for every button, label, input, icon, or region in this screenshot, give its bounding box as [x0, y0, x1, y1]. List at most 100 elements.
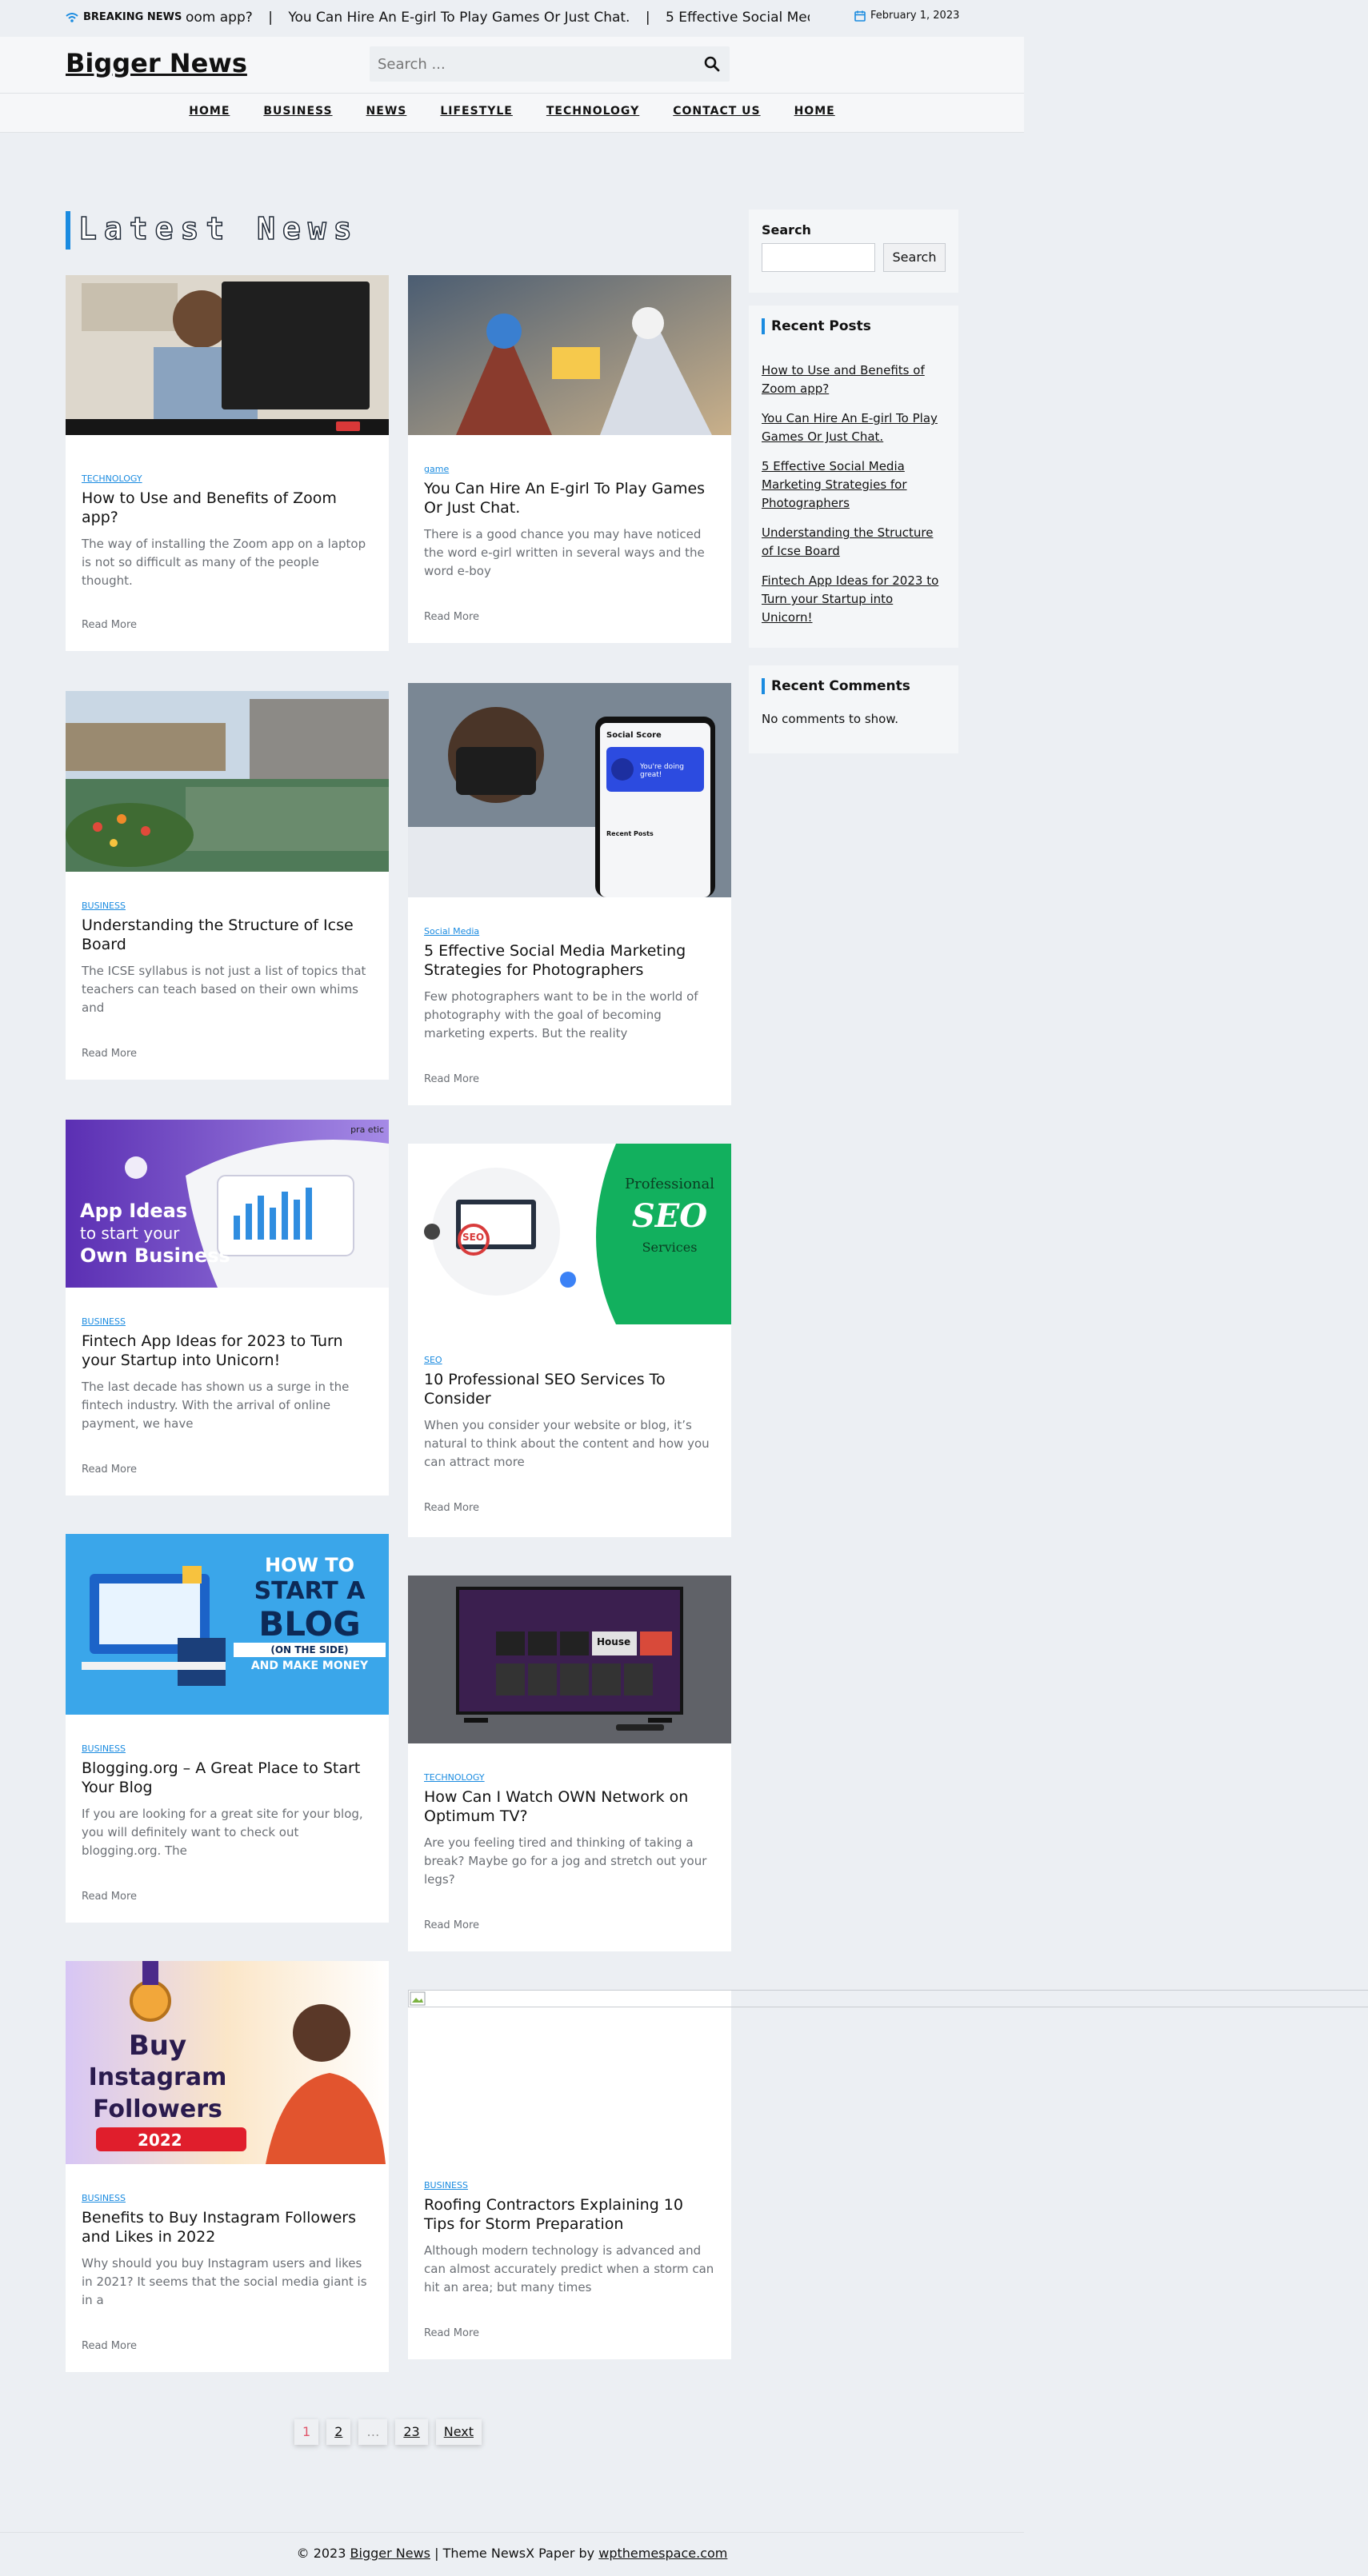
broken-image-icon [410, 1991, 426, 2006]
post-image-broken[interactable] [408, 1990, 1368, 2150]
fintech-brand-text: pra etic [350, 1124, 384, 1135]
social-recent-text: Recent Posts [606, 830, 654, 837]
ticker-item[interactable]: 5 Effective Social Media Marke [666, 10, 810, 26]
news-ticker[interactable]: oom app? | You Can Hire An E-girl To Pla… [186, 10, 810, 27]
post-card: Buy Instagram Followers 2022 BUSINESS Be… [66, 1961, 389, 2372]
search-widget: Search Search [749, 210, 958, 293]
post-title[interactable]: Roofing Contractors Explaining 10 Tips f… [424, 2195, 715, 2234]
footer-credit-text: | Theme NewsX Paper by [434, 2546, 595, 2561]
read-more-link[interactable]: Read More [424, 2327, 479, 2339]
post-card: HOW TO START A BLOG (ON THE SIDE) AND MA… [66, 1534, 389, 1923]
post-category[interactable]: BUSINESS [82, 2193, 373, 2203]
post-category[interactable]: game [424, 464, 715, 474]
post-title[interactable]: 5 Effective Social Media Marketing Strat… [424, 941, 715, 980]
post-title[interactable]: Fintech App Ideas for 2023 to Turn your … [82, 1332, 373, 1370]
next-page-link[interactable]: Next [435, 2419, 482, 2445]
nav-item-technology[interactable]: TECHNOLOGY [546, 105, 639, 118]
post-title[interactable]: How Can I Watch OWN Network on Optimum T… [424, 1787, 715, 1826]
sidebar-search-button[interactable]: Search [883, 243, 946, 272]
recent-posts-list: How to Use and Benefits of Zoom app? You… [762, 361, 946, 627]
nav-item-home[interactable]: HOME [189, 105, 230, 118]
post-excerpt: Why should you buy Instagram users and l… [82, 2256, 367, 2307]
nav-item-lifestyle[interactable]: LIFESTYLE [440, 105, 513, 118]
post-title[interactable]: 10 Professional SEO Services To Consider [424, 1370, 715, 1408]
broken-image-frame [408, 1990, 1368, 2007]
wifi-icon [66, 12, 78, 22]
post-category[interactable]: TECHNOLOGY [424, 1772, 715, 1783]
nav-item-home-2[interactable]: HOME [794, 105, 835, 118]
read-more-link[interactable]: Read More [82, 1891, 137, 1903]
post-card: TECHNOLOGY How to Use and Benefits of Zo… [66, 275, 389, 651]
post-title[interactable]: Benefits to Buy Instagram Followers and … [82, 2208, 373, 2247]
post-category[interactable]: SEO [424, 1355, 715, 1365]
insta-year: 2022 [138, 2131, 182, 2150]
read-more-link[interactable]: Read More [424, 1919, 479, 1931]
page-link-23[interactable]: 23 [395, 2419, 428, 2445]
footer-copyright: © 2023 [296, 2546, 346, 2561]
post-category[interactable]: BUSINESS [82, 1743, 373, 1754]
section-title: Latest News [66, 210, 359, 250]
read-more-link[interactable]: Read More [82, 619, 137, 631]
post-card: game You Can Hire An E-girl To Play Game… [408, 275, 731, 643]
recent-comments-widget: Recent Comments No comments to show. [749, 665, 958, 753]
footer-site-link[interactable]: Bigger News [350, 2546, 430, 2561]
post-image-zoom[interactable] [66, 275, 389, 435]
post-title[interactable]: You Can Hire An E-girl To Play Games Or … [424, 479, 715, 517]
post-category[interactable]: BUSINESS [424, 2180, 715, 2191]
post-excerpt: There is a good chance you may have noti… [424, 527, 705, 578]
post-image-tv[interactable]: House [408, 1576, 731, 1743]
ticker-separator: | [268, 10, 273, 26]
site-title[interactable]: Bigger News [66, 48, 247, 78]
post-category[interactable]: BUSINESS [82, 1316, 373, 1327]
post-category[interactable]: BUSINESS [82, 901, 373, 911]
post-image-blog[interactable]: HOW TO START A BLOG (ON THE SIDE) AND MA… [66, 1534, 389, 1715]
post-title[interactable]: Understanding the Structure of Icse Boar… [82, 916, 373, 954]
search-icon[interactable] [702, 54, 722, 74]
header-search [370, 46, 730, 82]
page-ellipsis: … [358, 2419, 388, 2445]
post-image-seo[interactable]: SEO Professional SEO Services [408, 1144, 731, 1324]
ticker-item[interactable]: You Can Hire An E-girl To Play Games Or … [288, 10, 630, 26]
footer-theme-link[interactable]: wpthemespace.com [598, 2546, 727, 2561]
post-image-fintech[interactable]: pra etic App Ideas to start your Own Bus… [66, 1120, 389, 1288]
header-search-input[interactable] [370, 46, 690, 82]
post-card: SEO Professional SEO Services SEO 10 Pro… [408, 1144, 731, 1537]
recent-post-link[interactable]: You Can Hire An E-girl To Play Games Or … [762, 409, 946, 446]
ticker-item[interactable]: oom app? [186, 10, 253, 26]
post-image-school[interactable] [66, 691, 389, 872]
read-more-link[interactable]: Read More [82, 2340, 137, 2352]
nav-item-news[interactable]: NEWS [366, 105, 407, 118]
calendar-icon [854, 10, 866, 22]
page-link-2[interactable]: 2 [326, 2419, 351, 2445]
read-more-link[interactable]: Read More [82, 1464, 137, 1476]
read-more-link[interactable]: Read More [424, 1073, 479, 1085]
recent-post-link[interactable]: Understanding the Structure of Icse Boar… [762, 524, 946, 561]
post-title[interactable]: Blogging.org – A Great Place to Start Yo… [82, 1759, 373, 1797]
post-excerpt: The way of installing the Zoom app on a … [82, 537, 366, 588]
social-score-text: Social Score [606, 731, 662, 740]
post-category[interactable]: TECHNOLOGY [82, 473, 373, 484]
read-more-link[interactable]: Read More [424, 1502, 479, 1514]
recent-posts-title: Recent Posts [762, 318, 946, 334]
recent-post-link[interactable]: 5 Effective Social Media Marketing Strat… [762, 457, 946, 513]
post-image-instagram[interactable]: Buy Instagram Followers 2022 [66, 1961, 389, 2164]
post-excerpt: Although modern technology is advanced a… [424, 2243, 714, 2294]
post-category[interactable]: Social Media [424, 926, 715, 937]
recent-post-link[interactable]: Fintech App Ideas for 2023 to Turn your … [762, 572, 946, 627]
post-title[interactable]: How to Use and Benefits of Zoom app? [82, 489, 373, 527]
read-more-link[interactable]: Read More [82, 1048, 137, 1060]
nav-item-business[interactable]: BUSINESS [263, 105, 332, 118]
post-image-game[interactable] [408, 275, 731, 435]
site-footer: © 2023 Bigger News | Theme NewsX Paper b… [0, 2532, 1024, 2576]
search-widget-title: Search [762, 222, 811, 238]
post-excerpt: The ICSE syllabus is not just a list of … [82, 964, 366, 1015]
top-bar: BREAKING NEWS oom app? | You Can Hire An… [0, 0, 1024, 37]
recent-post-link[interactable]: How to Use and Benefits of Zoom app? [762, 361, 946, 398]
blog-headline: HOW TO START A BLOG (ON THE SIDE) AND MA… [234, 1553, 386, 1675]
nav-item-contact-us[interactable]: CONTACT US [673, 105, 760, 118]
post-image-social[interactable]: Social Score You're doing great! Recent … [408, 683, 731, 897]
sidebar-search-input[interactable] [762, 243, 875, 272]
read-more-link[interactable]: Read More [424, 611, 479, 623]
seo-headline: Professional SEO Services [624, 1176, 715, 1255]
post-excerpt: If you are looking for a great site for … [82, 1807, 363, 1858]
